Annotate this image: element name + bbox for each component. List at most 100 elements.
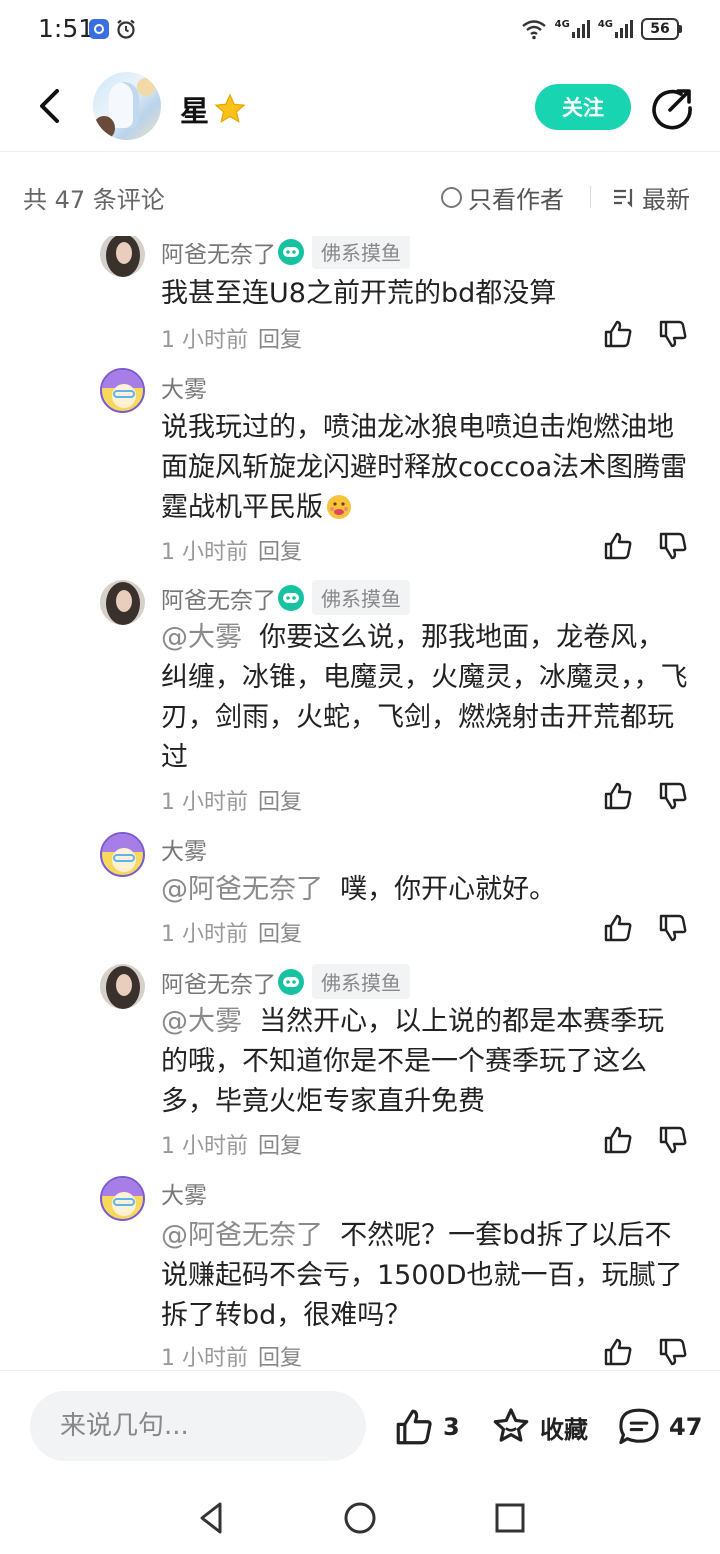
reply-item: 大雾 @阿爸无奈了 噗，你开心就好。 1 小时前 回复 <box>0 832 720 952</box>
avatar[interactable] <box>100 580 145 625</box>
reply-item: 大雾 说我玩过的，喷油龙冰狼电喷迫击炮燃油地面旋风斩旋龙闪避时释放coccoa法… <box>0 368 720 568</box>
thumbs-down-icon[interactable] <box>657 912 689 944</box>
reply-meta: 1 小时前 回复 <box>161 1340 302 1370</box>
reply-author[interactable]: 阿爸无奈了 <box>161 965 276 999</box>
thumbs-up-icon[interactable] <box>602 318 634 350</box>
reply-author[interactable]: 阿爸无奈了 <box>161 581 276 615</box>
reply-time: 1 小时前 <box>161 922 248 947</box>
signal-2-icon: 4G <box>598 20 633 38</box>
collect-label: 收藏 <box>540 1415 588 1444</box>
mention-link[interactable]: @大雾 <box>161 622 242 653</box>
reply-button[interactable]: 回复 <box>258 328 302 353</box>
gamepad-badge-icon <box>278 968 304 995</box>
user-tag-badge: 佛系摸鱼 <box>312 964 410 999</box>
avatar[interactable] <box>100 832 145 877</box>
reply-author-row: 阿爸无奈了 佛系摸鱼 <box>161 580 410 615</box>
app-notification-icon <box>89 19 109 39</box>
wifi-icon <box>521 20 546 40</box>
reply-time: 1 小时前 <box>161 790 248 815</box>
like-count: 3 <box>443 1413 460 1441</box>
follow-button[interactable]: 关注 <box>535 84 631 130</box>
thumbs-up-icon[interactable] <box>602 1336 634 1368</box>
avatar[interactable] <box>100 368 145 413</box>
radio-circle-icon <box>441 187 462 208</box>
reply-button[interactable]: 回复 <box>258 922 302 947</box>
reply-text: @阿爸无奈了 不然呢？一套bd拆了以后不说赚起码不会亏，1500D也就一百，玩腻… <box>161 1220 683 1331</box>
reply-time: 1 小时前 <box>161 540 248 565</box>
like-button[interactable]: 3 <box>393 1401 460 1453</box>
star-outline-icon <box>493 1408 529 1442</box>
reply-list[interactable]: 阿爸无奈了 佛系摸鱼 我甚至连U8之前开荒的bd都没算 1 小时前 回复 大雾 说… <box>0 236 720 1370</box>
reply-author-row: 大雾 <box>161 1176 207 1210</box>
battery-level: 56 <box>641 18 679 40</box>
chevron-left-icon <box>40 89 59 123</box>
gamepad-badge-icon <box>278 238 304 265</box>
share-icon[interactable] <box>650 86 694 130</box>
reply-meta: 1 小时前 回复 <box>161 1128 302 1160</box>
sort-button[interactable]: 最新 <box>612 180 690 215</box>
reply-author-row: 阿爸无奈了 佛系摸鱼 <box>161 236 410 269</box>
user-tag-badge: 佛系摸鱼 <box>312 580 410 615</box>
reply-author-row: 大雾 <box>161 832 207 866</box>
nav-back-icon[interactable] <box>192 1498 232 1538</box>
mention-link[interactable]: @阿爸无奈了 <box>161 1220 323 1251</box>
reply-text: @大雾 当然开心，以上说的都是本赛季玩的哦，不知道你是不是一个赛季玩了这么多，毕… <box>161 1006 665 1117</box>
status-indicators: 4G 4G 56 <box>521 16 682 42</box>
avatar[interactable] <box>100 236 145 277</box>
collect-button[interactable]: 收藏 <box>490 1401 588 1453</box>
user-tag-badge: 佛系摸鱼 <box>312 236 410 269</box>
nav-recents-icon[interactable] <box>490 1498 530 1538</box>
alarm-icon <box>117 19 135 39</box>
avatar[interactable] <box>100 1176 145 1221</box>
reply-text: @阿爸无奈了 噗，你开心就好。 <box>161 874 557 905</box>
reply-button[interactable]: 回复 <box>258 1134 302 1159</box>
thumbs-down-icon[interactable] <box>657 780 689 812</box>
status-bar: 1:51 4G 4G 56 <box>0 0 720 60</box>
reply-author-row: 阿爸无奈了 佛系摸鱼 <box>161 964 410 999</box>
only-author-toggle[interactable]: 只看作者 <box>441 180 564 215</box>
thumbs-up-icon[interactable] <box>602 530 634 562</box>
avatar[interactable] <box>100 964 145 1009</box>
thumbs-down-icon[interactable] <box>657 1336 689 1368</box>
star-emoji-icon <box>214 93 246 123</box>
comments-toolbar: 共 47 条评论 只看作者 最新 <box>0 152 720 236</box>
reply-meta: 1 小时前 回复 <box>161 784 302 816</box>
user-name[interactable]: 星 <box>180 88 247 130</box>
thumbs-up-icon[interactable] <box>602 912 634 944</box>
face-emoji-icon <box>327 495 351 519</box>
reply-item: 阿爸无奈了 佛系摸鱼 @大雾 你要这么说，那我地面，龙卷风，纠缠，冰锥，电魔灵，… <box>0 580 720 820</box>
reply-author[interactable]: 阿爸无奈了 <box>161 236 276 269</box>
reply-button[interactable]: 回复 <box>258 790 302 815</box>
reply-item: 阿爸无奈了 佛系摸鱼 @大雾 当然开心，以上说的都是本赛季玩的哦，不知道你是不是… <box>0 964 720 1164</box>
reply-button[interactable]: 回复 <box>258 540 302 565</box>
comments-button[interactable]: 47 <box>617 1401 702 1453</box>
reply-meta: 1 小时前 回复 <box>161 916 302 948</box>
user-avatar[interactable] <box>93 72 161 140</box>
reply-time: 1 小时前 <box>161 328 248 353</box>
comment-count-badge: 47 <box>669 1413 703 1441</box>
signal-1-icon: 4G <box>555 20 590 38</box>
divider <box>590 186 591 208</box>
thumbs-down-icon[interactable] <box>657 530 689 562</box>
thumbs-up-icon[interactable] <box>602 1124 634 1156</box>
reply-author[interactable]: 大雾 <box>161 832 207 866</box>
reply-text: 说我玩过的，喷油龙冰狼电喷迫击炮燃油地面旋风斩旋龙闪避时释放coccoa法术图腾… <box>161 412 688 523</box>
comment-input[interactable]: 来说几句... <box>30 1391 366 1461</box>
system-nav-bar <box>0 1482 720 1554</box>
reply-item: 阿爸无奈了 佛系摸鱼 我甚至连U8之前开荒的bd都没算 1 小时前 回复 <box>0 236 720 356</box>
comment-count: 共 47 条评论 <box>23 186 165 214</box>
thumbs-up-icon <box>396 1409 432 1445</box>
nav-home-icon[interactable] <box>340 1498 380 1538</box>
reply-author[interactable]: 大雾 <box>161 1176 207 1210</box>
reply-author[interactable]: 大雾 <box>161 370 207 404</box>
mention-link[interactable]: @大雾 <box>161 1006 242 1037</box>
reply-button[interactable]: 回复 <box>258 1346 302 1370</box>
thumbs-down-icon[interactable] <box>657 1124 689 1156</box>
status-time: 1:51 <box>38 14 95 43</box>
reply-author-row: 大雾 <box>161 370 207 404</box>
thumbs-down-icon[interactable] <box>657 318 689 350</box>
mention-link[interactable]: @阿爸无奈了 <box>161 874 323 905</box>
gamepad-badge-icon <box>278 584 304 611</box>
back-button[interactable] <box>30 82 70 130</box>
thumbs-up-icon[interactable] <box>602 780 634 812</box>
